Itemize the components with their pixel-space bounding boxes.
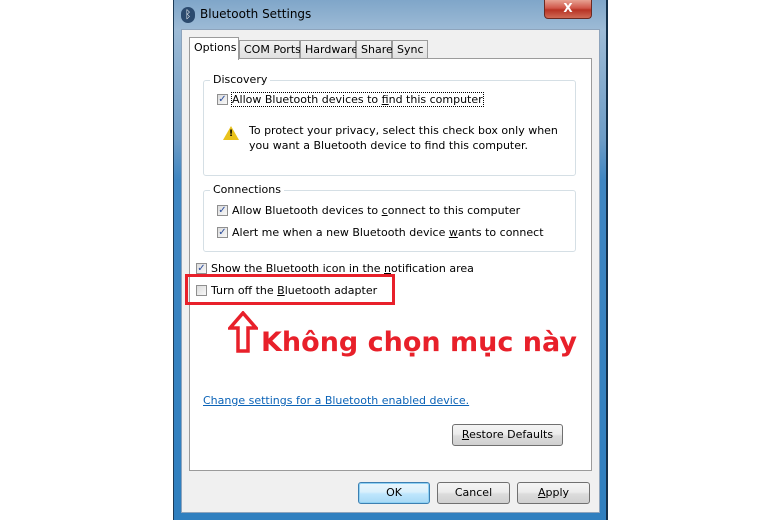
up-arrow-icon — [228, 311, 258, 353]
label-text: Allow Bluetooth devices to — [232, 204, 382, 217]
allow-connect-label[interactable]: Allow Bluetooth devices to connect to th… — [232, 204, 520, 217]
options-panel: Discovery ✓ Allow Bluetooth devices to f… — [185, 58, 592, 471]
restore-defaults-button[interactable]: Restore Defaults — [452, 424, 563, 446]
warning-icon-mark: ! — [229, 129, 234, 139]
ok-button[interactable]: OK — [358, 482, 430, 504]
accelerator-key: f — [381, 93, 389, 106]
bluetooth-icon: ᛒ — [181, 7, 195, 23]
allow-find-label[interactable]: Allow Bluetooth devices to find this com… — [231, 92, 484, 107]
privacy-warning-text: To protect your privacy, select this che… — [249, 123, 558, 153]
tab-options[interactable]: Options — [189, 37, 239, 60]
allow-connect-checkbox-row[interactable]: ✓ Allow Bluetooth devices to connect to … — [217, 204, 520, 217]
allow-connect-checkbox[interactable]: ✓ — [217, 205, 228, 216]
warning-line-2: you want a Bluetooth device to find this… — [249, 139, 529, 152]
alert-new-checkbox-row[interactable]: ✓ Alert me when a new Bluetooth device w… — [217, 226, 544, 239]
change-settings-link[interactable]: Change settings for a Bluetooth enabled … — [203, 394, 469, 407]
discovery-group-label: Discovery — [210, 73, 271, 86]
label-text: Allow Bluetooth devices to — [232, 93, 382, 106]
accelerator-key: w — [448, 226, 458, 239]
label-text: otification area — [390, 262, 474, 275]
window-title: Bluetooth Settings — [200, 7, 312, 21]
allow-find-checkbox-row[interactable]: ✓ Allow Bluetooth devices to find this c… — [217, 92, 484, 107]
alert-new-checkbox[interactable]: ✓ — [217, 227, 228, 238]
tab-com-ports[interactable]: COM Ports — [239, 40, 301, 58]
annotation-text: Không chọn mục này — [261, 327, 578, 358]
allow-find-checkbox[interactable]: ✓ — [217, 94, 228, 105]
accelerator-key: R — [461, 428, 470, 441]
show-icon-checkbox[interactable]: ✓ — [196, 263, 207, 274]
tab-sync[interactable]: Sync — [392, 40, 428, 58]
label-text: onnect to this computer — [387, 204, 521, 217]
label-text: ind this computer — [388, 93, 483, 106]
connections-group-label: Connections — [210, 183, 284, 196]
title-bar[interactable]: ᛒ Bluetooth Settings X — [174, 0, 606, 30]
apply-button[interactable]: Apply — [517, 482, 590, 504]
tab-hardware[interactable]: Hardware — [300, 40, 358, 58]
annotation-highlight-box — [185, 274, 395, 305]
connections-group: Connections ✓ Allow Bluetooth devices to… — [203, 183, 576, 252]
warning-line-1: To protect your privacy, select this che… — [249, 124, 558, 137]
label-text: ants to connect — [457, 226, 544, 239]
close-button[interactable]: X — [544, 0, 592, 19]
alert-new-label[interactable]: Alert me when a new Bluetooth device wan… — [232, 226, 544, 239]
tab-share[interactable]: Share — [356, 40, 393, 58]
button-label: pply — [545, 486, 570, 499]
button-label: estore Defaults — [469, 428, 554, 441]
label-text: Alert me when a new Bluetooth device — [232, 226, 449, 239]
bluetooth-settings-window: ᛒ Bluetooth Settings X Options COM Ports… — [173, 0, 608, 520]
cancel-button[interactable]: Cancel — [437, 482, 510, 504]
accelerator-key: A — [537, 486, 546, 499]
discovery-group: Discovery ✓ Allow Bluetooth devices to f… — [203, 73, 576, 176]
dialog-client-area: Options COM Ports Hardware Share Sync Di… — [181, 29, 600, 513]
